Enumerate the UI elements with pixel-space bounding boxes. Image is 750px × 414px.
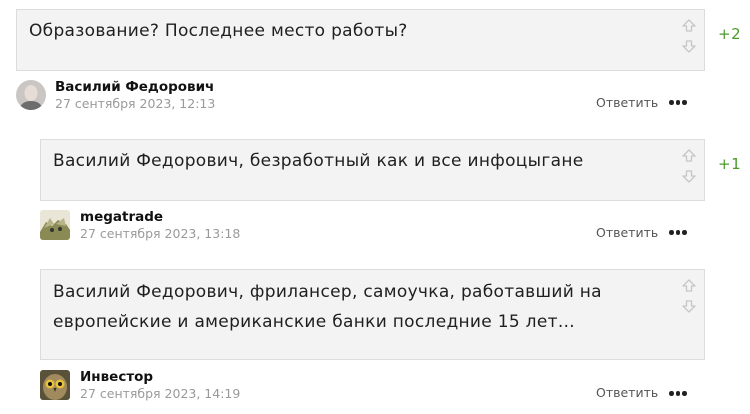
owl-avatar-icon	[40, 370, 70, 400]
comment-date: 27 сентября 2023, 13:18	[80, 226, 241, 241]
avatar[interactable]	[16, 80, 46, 110]
vote-controls	[681, 148, 697, 188]
arrow-up-icon[interactable]	[682, 19, 696, 32]
more-dots-icon[interactable]	[669, 390, 689, 398]
portrait-avatar-icon	[16, 80, 46, 110]
comment-author[interactable]: Василий Федорович	[55, 79, 214, 95]
more-dots-icon[interactable]	[669, 229, 689, 237]
comment-score: +1	[718, 155, 742, 173]
reply-button[interactable]: Ответить	[596, 95, 658, 110]
comment-bubble: Образование? Последнее место работы?	[16, 9, 705, 71]
arrow-up-icon[interactable]	[682, 149, 696, 162]
reply-button[interactable]: Ответить	[596, 385, 658, 400]
comment-author[interactable]: megatrade	[80, 209, 163, 225]
vote-controls	[681, 18, 697, 58]
vote-controls	[681, 278, 697, 318]
more-dots-icon[interactable]	[669, 99, 689, 107]
arrow-down-icon[interactable]	[682, 300, 696, 313]
comment-text: Василий Федорович, фрилансер, самоучка, …	[53, 282, 602, 302]
comment-text: Образование? Последнее место работы?	[29, 21, 408, 41]
comment-text: европейские и американские банки последн…	[53, 312, 576, 332]
comment-score: +2	[718, 25, 742, 43]
comment-bubble: Василий Федорович, фрилансер, самоучка, …	[40, 269, 705, 360]
avatar[interactable]	[40, 210, 70, 240]
avatar[interactable]	[40, 370, 70, 400]
reply-button[interactable]: Ответить	[596, 225, 658, 240]
cat-avatar-icon	[40, 210, 70, 240]
arrow-up-icon[interactable]	[682, 279, 696, 292]
arrow-down-icon[interactable]	[682, 40, 696, 53]
comment-text: Василий Федорович, безработный как и все…	[53, 151, 584, 171]
comment-bubble: Василий Федорович, безработный как и все…	[40, 139, 705, 201]
comment-date: 27 сентября 2023, 14:19	[80, 386, 241, 401]
comment-author[interactable]: Инвестор	[80, 369, 153, 385]
arrow-down-icon[interactable]	[682, 170, 696, 183]
comment-date: 27 сентября 2023, 12:13	[55, 96, 216, 111]
